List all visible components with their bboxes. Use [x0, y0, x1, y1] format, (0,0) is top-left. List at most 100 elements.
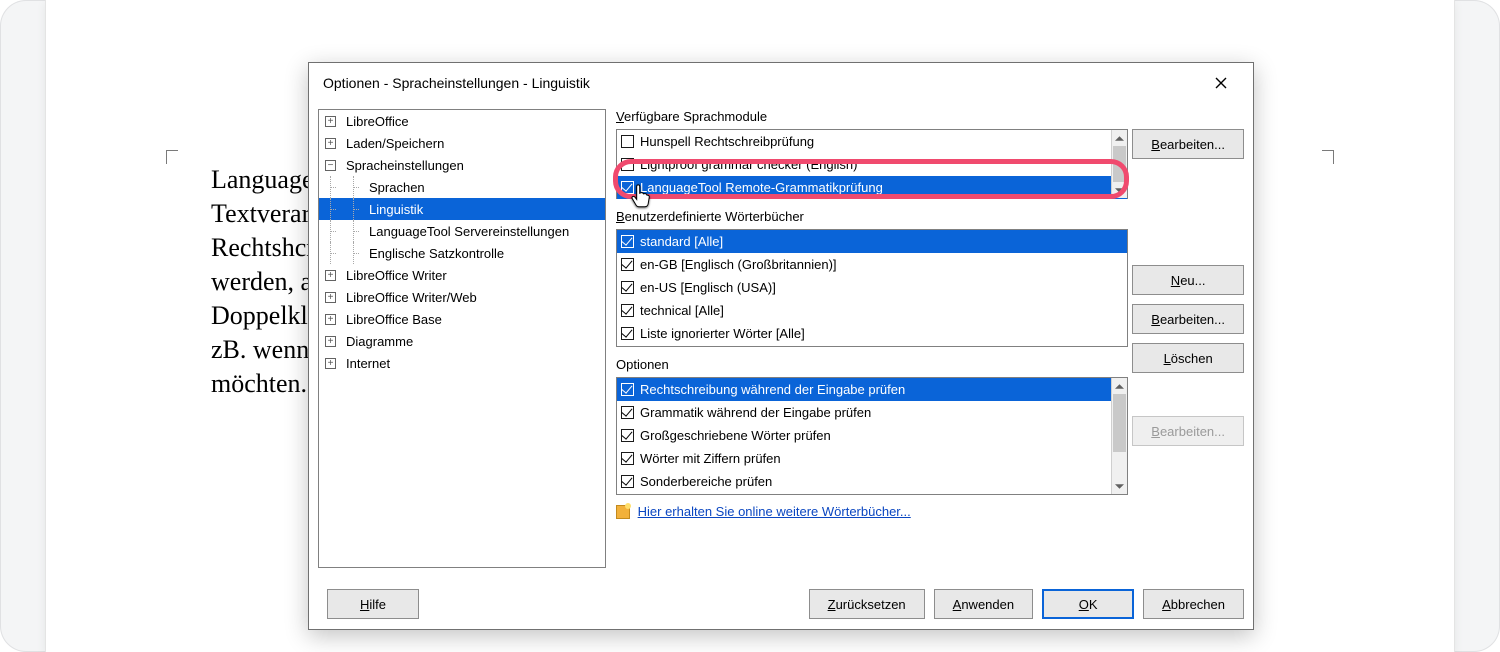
- options-dialog: Optionen - Spracheinstellungen - Linguis…: [308, 62, 1254, 630]
- ok-button[interactable]: OK: [1042, 589, 1134, 619]
- modules-edit-button[interactable]: Bearbeiten...: [1132, 129, 1244, 159]
- tree-item-label: Sprachen: [365, 180, 429, 195]
- tree-item[interactable]: +Laden/Speichern: [319, 132, 605, 154]
- tree-item-label: Spracheinstellungen: [342, 158, 468, 173]
- list-item[interactable]: Hunspell Rechtschreibprüfung: [617, 130, 1127, 153]
- list-item-label: Lightproof grammar checker (English): [640, 157, 857, 172]
- chevron-down-icon: [1115, 482, 1124, 491]
- help-button[interactable]: Hilfe: [327, 589, 419, 619]
- tree-item-label: Internet: [342, 356, 394, 371]
- tree-item[interactable]: −Spracheinstellungen: [319, 154, 605, 176]
- list-item[interactable]: Grammatik während der Eingabe prüfen: [617, 401, 1127, 424]
- list-item[interactable]: standard [Alle]: [617, 230, 1127, 253]
- dictionary-icon: [616, 505, 630, 519]
- listbox-options[interactable]: Rechtschreibung während der Eingabe prüf…: [616, 377, 1128, 495]
- scroll-down-button[interactable]: [1112, 478, 1127, 494]
- list-item-label: Wörter mit Ziffern prüfen: [640, 451, 781, 466]
- tree-item[interactable]: LanguageTool Servereinstellungen: [319, 220, 605, 242]
- list-item[interactable]: Lightproof grammar checker (English): [617, 153, 1127, 176]
- tree-item-label: Diagramme: [342, 334, 417, 349]
- checkbox[interactable]: [621, 429, 634, 442]
- list-item-label: Rechtschreibung während der Eingabe prüf…: [640, 382, 905, 397]
- collapse-toggle[interactable]: −: [325, 160, 336, 171]
- checkbox[interactable]: [621, 135, 634, 148]
- tree-item-label: LibreOffice Base: [342, 312, 446, 327]
- tree-item[interactable]: Sprachen: [319, 176, 605, 198]
- cursor-hand-icon: [630, 183, 652, 209]
- tree-item-label: LanguageTool Servereinstellungen: [365, 224, 573, 239]
- section-modules-heading: Verfügbare Sprachmodule: [616, 109, 1244, 124]
- checkbox[interactable]: [621, 475, 634, 488]
- dict-new-button[interactable]: Neu...: [1132, 265, 1244, 295]
- close-button[interactable]: [1201, 68, 1241, 98]
- list-item-label: Grammatik während der Eingabe prüfen: [640, 405, 871, 420]
- list-item-label: en-GB [Englisch (Großbritannien)]: [640, 257, 837, 272]
- checkbox[interactable]: [621, 452, 634, 465]
- checkbox[interactable]: [621, 158, 634, 171]
- checkbox[interactable]: [621, 406, 634, 419]
- list-item[interactable]: Wörter mit Ziffern prüfen: [617, 447, 1127, 470]
- list-item[interactable]: Rechtschreibung während der Eingabe prüf…: [617, 378, 1127, 401]
- close-icon: [1215, 77, 1227, 89]
- tree-item[interactable]: Linguistik: [319, 198, 605, 220]
- list-item[interactable]: en-US [Englisch (USA)]: [617, 276, 1127, 299]
- checkbox[interactable]: [621, 281, 634, 294]
- apply-button[interactable]: Anwenden: [934, 589, 1033, 619]
- scroll-up-button[interactable]: [1112, 130, 1127, 146]
- modules-scrollbar[interactable]: [1111, 130, 1127, 198]
- tree-item[interactable]: + LibreOffice Base: [319, 308, 605, 330]
- list-item-label: Liste ignorierter Wörter [Alle]: [640, 326, 805, 341]
- tree-item-label: LibreOffice: [342, 114, 413, 129]
- scroll-thumb[interactable]: [1113, 146, 1126, 182]
- list-item-label: standard [Alle]: [640, 234, 723, 249]
- list-item[interactable]: technical [Alle]: [617, 299, 1127, 322]
- nav-tree[interactable]: +LibreOffice+Laden/Speichern−Spracheinst…: [318, 109, 606, 568]
- checkbox[interactable]: [621, 304, 634, 317]
- tree-item-label: Linguistik: [365, 202, 427, 217]
- reset-button[interactable]: Zurücksetzen: [809, 589, 925, 619]
- scroll-down-button[interactable]: [1112, 182, 1127, 198]
- tree-item[interactable]: +LibreOffice Writer: [319, 264, 605, 286]
- checkbox[interactable]: [621, 258, 634, 271]
- tree-item-label: LibreOffice Writer/Web: [342, 290, 481, 305]
- page-background: LanguageTo Textverarbe Rechtshcrei: [0, 0, 1500, 652]
- expand-toggle[interactable]: +: [325, 270, 336, 281]
- expand-toggle[interactable]: +: [325, 336, 336, 347]
- scroll-thumb[interactable]: [1113, 394, 1126, 452]
- tree-item[interactable]: Englische Satzkontrolle: [319, 242, 605, 264]
- list-item-label: Großgeschriebene Wörter prüfen: [640, 428, 831, 443]
- more-dictionaries-link[interactable]: Hier erhalten Sie online weitere Wörterb…: [638, 504, 911, 519]
- dialog-titlebar[interactable]: Optionen - Spracheinstellungen - Linguis…: [309, 63, 1253, 103]
- list-item[interactable]: Sonderbereiche prüfen: [617, 470, 1127, 493]
- checkbox[interactable]: [621, 327, 634, 340]
- section-dicts-heading: Benutzerdefinierte Wörterbücher: [616, 209, 1244, 224]
- scroll-up-button[interactable]: [1112, 378, 1127, 394]
- expand-toggle[interactable]: +: [325, 358, 336, 369]
- options-scrollbar[interactable]: [1111, 378, 1127, 494]
- tree-item[interactable]: + Diagramme: [319, 330, 605, 352]
- checkbox[interactable]: [621, 235, 634, 248]
- cancel-button[interactable]: Abbrechen: [1143, 589, 1244, 619]
- chevron-up-icon: [1115, 382, 1124, 391]
- list-item[interactable]: en-GB [Englisch (Großbritannien)]: [617, 253, 1127, 276]
- checkbox[interactable]: [621, 383, 634, 396]
- expand-toggle[interactable]: +: [325, 292, 336, 303]
- dict-edit-button[interactable]: Bearbeiten...: [1132, 304, 1244, 334]
- listbox-modules[interactable]: Hunspell Rechtschreibprüfung Lightproof g…: [616, 129, 1128, 199]
- tree-item[interactable]: + LibreOffice: [319, 110, 605, 132]
- list-item-label: Sonderbereiche prüfen: [640, 474, 772, 489]
- tree-item[interactable]: + LibreOffice Writer/Web: [319, 286, 605, 308]
- tree-item[interactable]: + Internet: [319, 352, 605, 374]
- list-item[interactable]: Liste ignorierter Wörter [Alle]: [617, 322, 1127, 345]
- list-item[interactable]: LanguageTool Remote-Grammatikprüfung: [617, 176, 1127, 199]
- list-item-label: Hunspell Rechtschreibprüfung: [640, 134, 814, 149]
- list-item[interactable]: Großgeschriebene Wörter prüfen: [617, 424, 1127, 447]
- chevron-up-icon: [1115, 134, 1124, 143]
- listbox-dictionaries[interactable]: standard [Alle] en-GB [Englisch (Großbrit…: [616, 229, 1128, 347]
- expand-toggle[interactable]: +: [325, 116, 336, 127]
- tree-item-label: Englische Satzkontrolle: [365, 246, 508, 261]
- chevron-down-icon: [1115, 186, 1124, 195]
- expand-toggle[interactable]: +: [325, 314, 336, 325]
- expand-toggle[interactable]: +: [325, 138, 336, 149]
- dict-delete-button[interactable]: Löschen: [1132, 343, 1244, 373]
